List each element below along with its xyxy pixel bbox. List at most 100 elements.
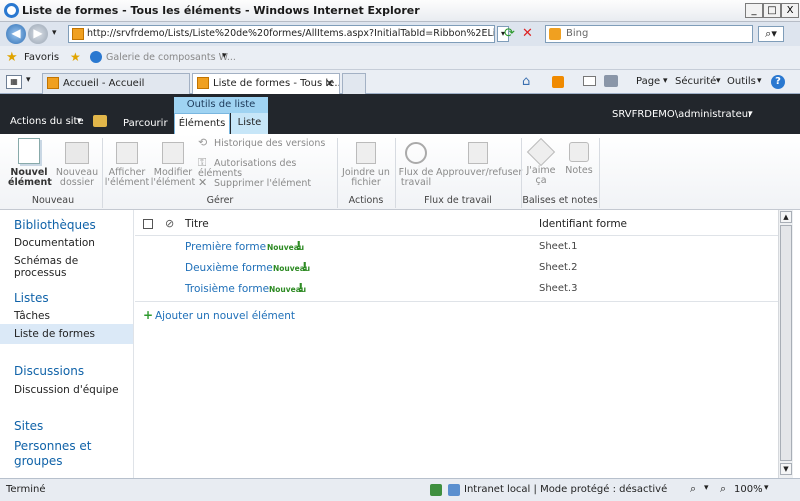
- view-item-icon: [116, 142, 138, 164]
- nav-discussions[interactable]: Discussions: [14, 364, 84, 378]
- scroll-thumb[interactable]: [780, 225, 792, 461]
- user-menu-arrow-icon: ▾: [748, 109, 753, 119]
- security-menu[interactable]: Sécurité: [675, 76, 716, 87]
- zoom-dropdown-icon[interactable]: ▾: [704, 483, 709, 493]
- nav-people-groups-2[interactable]: groupes: [14, 454, 63, 468]
- notes-button[interactable]: Notes: [561, 138, 597, 176]
- page-menu[interactable]: Page: [636, 76, 660, 87]
- attachment-icon: ⊘: [165, 217, 175, 230]
- add-item-icon: +: [143, 308, 154, 322]
- nav-libraries[interactable]: Bibliothèques: [14, 218, 96, 232]
- security-zone-text[interactable]: Intranet local | Mode protégé : désactiv…: [464, 484, 667, 495]
- group-new-label: Nouveau: [31, 195, 75, 206]
- select-all-checkbox[interactable]: [143, 219, 153, 229]
- forward-button[interactable]: ▶: [28, 24, 48, 44]
- stop-icon[interactable]: ✕: [522, 26, 538, 42]
- nav-lists[interactable]: Listes: [14, 291, 49, 305]
- nav-dropdown-icon[interactable]: ▾: [52, 28, 57, 38]
- nav-process-diagrams[interactable]: Schémas de processus: [14, 255, 133, 279]
- group-actions-label: Actions: [348, 195, 384, 206]
- view-item-label-2: l'élément: [104, 177, 150, 188]
- tab-browse[interactable]: Parcourir: [123, 118, 168, 129]
- magnifier-icon: ⌕: [720, 482, 727, 495]
- tools-menu-arrow-icon: ▾: [757, 76, 762, 86]
- tab-home[interactable]: Accueil - Accueil: [42, 73, 190, 94]
- quick-launch: Bibliothèques Documentation Schémas de p…: [0, 210, 134, 478]
- item-permissions-button[interactable]: ⚿ Autorisations des éléments: [198, 157, 336, 179]
- quick-tabs-icon[interactable]: ▦: [6, 75, 22, 89]
- edit-item-button[interactable]: Modifier l'élément: [150, 138, 196, 188]
- group-manage-label: Gérer: [206, 195, 234, 206]
- nav-shape-list[interactable]: Liste de formes: [14, 328, 95, 340]
- workflows-label-2: travail: [400, 177, 432, 188]
- scroll-down-icon[interactable]: ▼: [780, 463, 792, 475]
- search-icon[interactable]: ⌕▾: [758, 26, 784, 42]
- row-shape-id: Sheet.2: [539, 262, 578, 273]
- delete-item-button[interactable]: ✕ Supprimer l'élément: [198, 176, 330, 189]
- minimize-button[interactable]: _: [745, 3, 763, 18]
- tools-menu[interactable]: Outils: [727, 76, 756, 87]
- gallery-link[interactable]: Galerie de composants W...: [106, 52, 236, 63]
- site-actions-menu[interactable]: Actions du site: [10, 116, 84, 127]
- print-icon[interactable]: [604, 75, 618, 87]
- user-menu[interactable]: SRVFRDEMO\administrateur: [612, 109, 752, 120]
- close-tab-icon[interactable]: ✕: [325, 74, 334, 93]
- help-icon[interactable]: ?: [771, 75, 785, 89]
- col-header-title[interactable]: Titre: [185, 218, 209, 230]
- version-history-button[interactable]: ⟲ Historique des versions: [198, 137, 330, 149]
- sharepoint-header: Outils de liste Actions du site ▾ Parcou…: [0, 94, 800, 134]
- nav-tasks[interactable]: Tâches: [14, 310, 50, 322]
- scroll-up-icon[interactable]: ▲: [780, 211, 792, 223]
- attach-file-label-2: fichier: [351, 177, 381, 188]
- new-badge-mark-icon: !: [302, 260, 308, 274]
- tab-list[interactable]: Liste: [231, 113, 268, 134]
- tab-shape-list[interactable]: Liste de formes - Tous le... ✕: [192, 73, 340, 94]
- bing-icon: [549, 28, 561, 40]
- search-input[interactable]: Bing: [545, 25, 753, 43]
- add-new-item-link[interactable]: Ajouter un nouvel élément: [155, 310, 295, 322]
- nav-sites[interactable]: Sites: [14, 419, 43, 433]
- new-tab-button[interactable]: [342, 73, 366, 94]
- home-icon[interactable]: ⌂: [522, 74, 530, 89]
- back-button[interactable]: ◀: [6, 24, 26, 44]
- nav-documentation[interactable]: Documentation: [14, 237, 95, 249]
- new-folder-button[interactable]: Nouveau dossier: [54, 138, 100, 188]
- url-input[interactable]: http://srvfrdemo/Lists/Liste%20de%20form…: [68, 25, 495, 43]
- delete-icon: ✕: [198, 176, 208, 189]
- delete-item-label: Supprimer l'élément: [214, 178, 312, 189]
- favorites-bar: ★ Favoris ★ Galerie de composants W... ▾: [0, 46, 800, 70]
- header-divider: [135, 235, 778, 236]
- row-shape-id: Sheet.1: [539, 241, 578, 252]
- zoom-level-arrow-icon[interactable]: ▾: [764, 483, 769, 493]
- new-folder-label-2: dossier: [59, 177, 95, 188]
- new-item-button[interactable]: Nouvel élément: [8, 138, 52, 188]
- gallery-dropdown-icon[interactable]: ▾: [222, 51, 227, 61]
- tag-icon: [526, 137, 556, 167]
- attach-file-button[interactable]: Joindre un fichier: [340, 138, 392, 188]
- workflows-button[interactable]: Flux de travail: [397, 138, 435, 188]
- approve-reject-button[interactable]: Approuver/refuser: [436, 138, 522, 178]
- row-title-link[interactable]: Première forme: [185, 241, 266, 253]
- zoom-level[interactable]: 100%: [734, 484, 763, 495]
- refresh-icon[interactable]: ⟳: [504, 26, 520, 42]
- row-title-link[interactable]: Deuxième forme: [185, 262, 273, 274]
- navigate-up-icon[interactable]: [93, 115, 107, 127]
- tab-list-icon[interactable]: ▾: [26, 75, 31, 85]
- view-item-button[interactable]: Afficher l'élément: [104, 138, 150, 188]
- add-favorite-icon[interactable]: ★: [70, 50, 81, 64]
- close-window-button[interactable]: X: [781, 3, 799, 18]
- attach-icon: [356, 142, 376, 164]
- rss-icon[interactable]: [552, 76, 564, 88]
- like-button[interactable]: J'aime ça: [523, 137, 559, 186]
- new-badge-mark-icon: !: [298, 281, 304, 295]
- mail-icon[interactable]: [583, 76, 596, 86]
- vertical-scrollbar[interactable]: ▲ ▼: [778, 210, 793, 478]
- nav-people-groups-1[interactable]: Personnes et: [14, 439, 91, 453]
- row-title-link[interactable]: Troisième forme: [185, 283, 269, 295]
- favorites-star-icon: ★: [6, 50, 18, 65]
- tab-items[interactable]: Éléments: [174, 113, 230, 134]
- maximize-button[interactable]: □: [763, 3, 781, 18]
- nav-team-discussion[interactable]: Discussion d'équipe: [14, 384, 119, 396]
- favorites-button[interactable]: Favoris: [24, 52, 59, 63]
- col-header-shape-id[interactable]: Identifiant forme: [539, 218, 627, 230]
